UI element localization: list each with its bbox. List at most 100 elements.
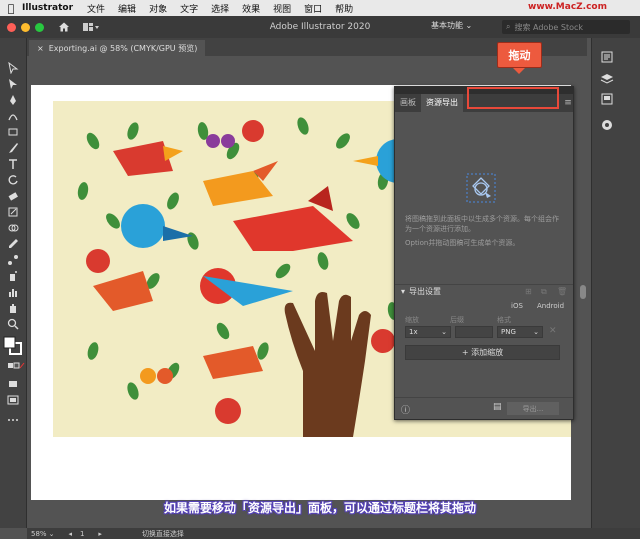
selection-tool-icon[interactable] — [7, 62, 19, 74]
drag-asset-icon — [466, 173, 496, 203]
rotate-tool-icon[interactable] — [7, 174, 19, 186]
scale-value: 1x — [409, 328, 418, 336]
eyedropper-tool-icon[interactable] — [7, 238, 19, 250]
drag-hint-text: 将图稿拖到此面板中以生成多个资源。每个组会作为一个资源进行添加。 — [405, 215, 559, 233]
chevron-down-icon: ⌄ — [465, 21, 473, 30]
chevron-down-icon[interactable]: ⌄ — [49, 530, 55, 538]
info-icon[interactable]: ⓘ — [401, 403, 410, 416]
screen-mode-icon[interactable] — [7, 394, 19, 406]
home-icon[interactable] — [58, 21, 70, 33]
export-button[interactable]: 导出... — [507, 402, 559, 415]
tutorial-caption: 如果需要移动「资源导出」面板，可以通过标题栏将其拖动 — [163, 501, 476, 515]
document-tab-label: Exporting.ai @ 58% (CMYK/GPU 预览) — [48, 43, 198, 53]
close-window-button[interactable] — [7, 22, 16, 32]
rectangle-tool-icon[interactable] — [7, 126, 19, 138]
pen-tool-icon[interactable] — [7, 94, 19, 106]
menu-select[interactable]: 选择 — [211, 2, 229, 15]
symbol-sprayer-tool-icon[interactable] — [7, 270, 19, 282]
more-tools-icon[interactable] — [7, 414, 19, 426]
chevron-down-icon: ⌄ — [441, 328, 447, 336]
eraser-tool-icon[interactable] — [7, 190, 19, 202]
workspace-switcher-icon[interactable] — [82, 21, 100, 33]
chevron-down-icon: ⌄ — [533, 328, 539, 336]
properties-panel-icon[interactable] — [600, 50, 614, 64]
zoom-level[interactable]: 58% — [31, 530, 47, 538]
artboard-next-icon[interactable]: ▸ — [98, 530, 102, 538]
right-panel-dock — [591, 38, 640, 528]
type-tool-icon[interactable] — [7, 158, 19, 170]
tab-artboards[interactable]: 画板 — [395, 94, 421, 112]
paintbrush-tool-icon[interactable] — [7, 142, 19, 154]
delete-icon[interactable]: 🗑 — [557, 287, 567, 296]
copy-icon[interactable]: ⧉ — [541, 287, 547, 297]
tab-asset-export[interactable]: 资源导出 — [421, 94, 463, 112]
tab-close-icon[interactable]: × — [37, 44, 44, 53]
shape-builder-tool-icon[interactable] — [7, 222, 19, 234]
format-value: PNG — [501, 328, 516, 336]
export-settings-label: 导出设置 — [409, 287, 442, 296]
callout-arrow — [513, 68, 525, 74]
menu-view[interactable]: 视图 — [273, 2, 291, 15]
draw-mode-icon[interactable] — [7, 378, 19, 390]
status-bar: 58% ⌄ ◂ 1 ▸ 切换直接选择 — [27, 528, 640, 539]
window-controls — [7, 22, 44, 32]
format-select[interactable]: PNG ⌄ — [497, 326, 543, 338]
menu-bar:  Illustrator 文件 编辑 对象 文字 选择 效果 视图 窗口 帮助… — [0, 0, 640, 16]
hand-tool-icon[interactable] — [7, 302, 19, 314]
drag-highlight-box — [467, 87, 559, 109]
curvature-tool-icon[interactable] — [7, 110, 19, 122]
scale-select[interactable]: 1x ⌄ — [405, 326, 451, 338]
drag-callout: 拖动 — [497, 42, 542, 68]
libraries-panel-icon[interactable] — [600, 92, 614, 106]
zoom-window-button[interactable] — [35, 22, 44, 32]
export-settings-icon[interactable]: ▤ — [493, 402, 502, 412]
panel-menu-icon[interactable]: ≡ — [563, 94, 573, 112]
search-icon: ⌕ — [506, 22, 511, 31]
suffix-input[interactable] — [455, 326, 493, 338]
watermark: www.MacZ.com — [528, 2, 607, 12]
export-settings-header[interactable]: ▾ 导出设置 ⊞ ⧉ 🗑 — [395, 284, 573, 298]
menu-edit[interactable]: 编辑 — [118, 2, 136, 15]
menu-window[interactable]: 窗口 — [304, 2, 322, 15]
layers-panel-icon[interactable] — [600, 72, 614, 86]
fill-stroke-swatch-icon[interactable] — [3, 336, 23, 356]
scale-column-label: 缩放 — [405, 316, 419, 324]
chevron-down-icon: ▾ — [401, 287, 406, 296]
tool-hint: 切换直接选择 — [141, 529, 184, 538]
format-column-label: 格式 — [497, 316, 511, 324]
minimize-window-button[interactable] — [21, 22, 30, 32]
menu-effect[interactable]: 效果 — [242, 2, 260, 15]
remove-scale-icon[interactable]: ✕ — [549, 326, 557, 336]
suffix-column-label: 后缀 — [450, 316, 464, 324]
graph-tool-icon[interactable] — [7, 286, 19, 298]
direct-selection-tool-icon[interactable] — [7, 78, 19, 90]
artboard-prev-icon[interactable]: ◂ — [68, 530, 72, 538]
panel-footer: ⓘ ▤ 导出... — [395, 397, 573, 419]
artboard-number[interactable]: 1 — [80, 530, 84, 538]
app-title-bar: Adobe Illustrator 2020 基本功能 ⌄ ⌕ 搜索 Adobe… — [0, 16, 640, 38]
zoom-tool-icon[interactable] — [7, 318, 19, 330]
option-drag-hint-text: Option并拖动图稿可生成单个资源。 — [405, 239, 520, 247]
platform-ios-button[interactable]: iOS — [511, 302, 523, 310]
menu-help[interactable]: 帮助 — [335, 2, 353, 15]
document-tab[interactable]: × Exporting.ai @ 58% (CMYK/GPU 预览) — [29, 40, 206, 56]
stock-search-input[interactable]: ⌕ 搜索 Adobe Stock — [502, 20, 630, 34]
appearance-panel-icon[interactable] — [600, 118, 614, 132]
asset-export-panel[interactable]: 画板 资源导出 ≡ 将图稿拖到此面板中以生成多个资源。每个组会作为一个资源进行添… — [394, 86, 574, 420]
workspace-dropdown[interactable]: 基本功能 ⌄ — [431, 20, 472, 31]
color-mode-icon[interactable] — [7, 360, 25, 372]
workspace-label: 基本功能 — [431, 21, 463, 30]
search-placeholder: 搜索 Adobe Stock — [514, 22, 584, 32]
apple-menu-icon[interactable]:  — [0, 2, 22, 15]
menu-type[interactable]: 文字 — [180, 2, 198, 15]
tools-panel — [0, 38, 27, 528]
add-scale-button[interactable]: + 添加缩放 — [405, 345, 560, 360]
vertical-scrollbar[interactable] — [580, 285, 586, 299]
platform-android-button[interactable]: Android — [537, 302, 564, 310]
menu-object[interactable]: 对象 — [149, 2, 167, 15]
blend-tool-icon[interactable] — [7, 254, 19, 266]
app-menu[interactable]: Illustrator — [22, 3, 73, 13]
menu-file[interactable]: 文件 — [87, 2, 105, 15]
scale-tool-icon[interactable] — [7, 206, 19, 218]
add-scale-icon[interactable]: ⊞ — [525, 287, 532, 296]
